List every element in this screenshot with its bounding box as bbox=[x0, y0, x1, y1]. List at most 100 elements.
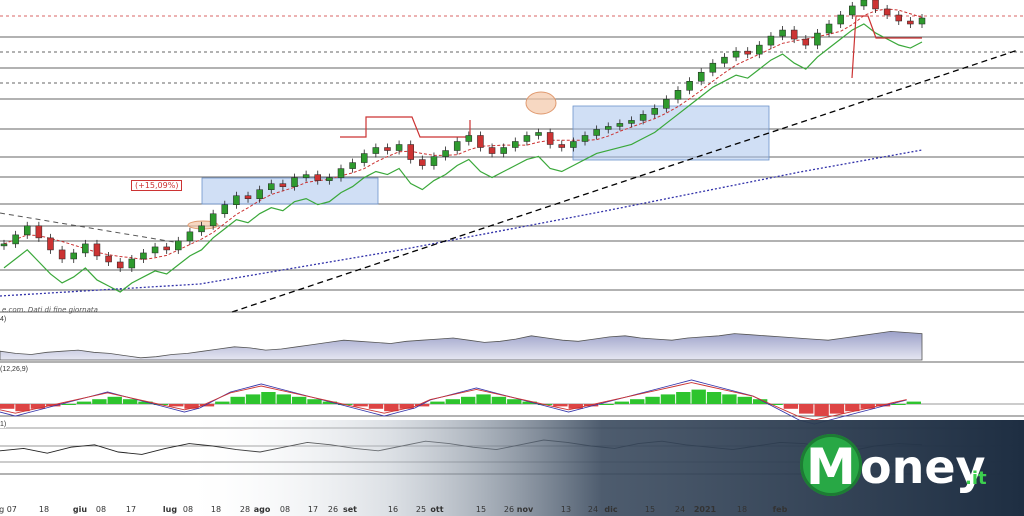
candle bbox=[430, 156, 438, 166]
x-tick-label: 26 bbox=[504, 505, 514, 514]
macd-bar bbox=[353, 404, 368, 407]
candle bbox=[163, 246, 170, 251]
candle bbox=[697, 71, 705, 82]
candle bbox=[302, 174, 310, 178]
candle bbox=[558, 144, 566, 148]
candle bbox=[616, 123, 624, 127]
candle bbox=[709, 62, 717, 73]
candle bbox=[535, 132, 542, 136]
candle bbox=[802, 38, 810, 46]
candle bbox=[605, 126, 612, 130]
candle bbox=[465, 135, 473, 142]
candle bbox=[23, 225, 31, 236]
candle bbox=[186, 231, 194, 242]
macd-bar bbox=[76, 401, 92, 404]
range-box bbox=[201, 177, 379, 205]
candle bbox=[651, 108, 658, 115]
candle bbox=[58, 249, 66, 260]
candle bbox=[883, 8, 891, 16]
candle bbox=[105, 255, 112, 263]
candle bbox=[326, 177, 333, 181]
x-tick-label: 26 bbox=[328, 505, 338, 514]
macd-bar bbox=[722, 394, 737, 404]
macd-bar bbox=[553, 404, 568, 407]
x-tick-label: set bbox=[343, 505, 357, 514]
candle bbox=[384, 147, 391, 151]
candle bbox=[523, 135, 531, 142]
candle bbox=[732, 50, 740, 58]
macd-bar bbox=[122, 399, 138, 404]
candle bbox=[198, 225, 205, 233]
candle bbox=[279, 183, 287, 187]
candle bbox=[756, 44, 763, 55]
x-tick-label: giu bbox=[73, 505, 87, 514]
macd-bar bbox=[676, 392, 691, 404]
candle bbox=[570, 141, 577, 148]
candle bbox=[116, 261, 124, 269]
x-tick-label: 08 bbox=[96, 505, 106, 514]
macd-bar bbox=[614, 401, 630, 404]
x-tick-label: ago bbox=[254, 505, 271, 514]
x-tick-label: 28 bbox=[240, 505, 250, 514]
macd-bar bbox=[368, 404, 384, 409]
macd-bar bbox=[461, 396, 476, 404]
macd-bar bbox=[261, 392, 276, 404]
candle bbox=[453, 141, 461, 151]
x-tick-label: 15 bbox=[645, 505, 655, 514]
x-tick-label: 18 bbox=[737, 505, 747, 514]
x-tick-label: nov bbox=[517, 505, 534, 514]
macd-bar bbox=[276, 394, 291, 404]
macd-bar bbox=[92, 399, 107, 404]
candle bbox=[918, 17, 926, 25]
candle bbox=[349, 162, 356, 169]
highlight-ellipse bbox=[525, 91, 557, 115]
x-tick-label: 18 bbox=[211, 505, 221, 514]
candle bbox=[360, 153, 368, 163]
macd-bar bbox=[660, 394, 676, 404]
x-tick-label: lug bbox=[163, 505, 177, 514]
stop-line-red bbox=[340, 116, 471, 138]
macd-bar bbox=[737, 396, 752, 404]
x-tick-label: 24 bbox=[675, 505, 685, 514]
panel-label-3: 1) bbox=[0, 421, 7, 428]
candle bbox=[860, 0, 868, 7]
candle bbox=[151, 246, 159, 254]
candle bbox=[407, 144, 414, 160]
area-indicator bbox=[0, 330, 923, 361]
panel-label-2: (12,26,9) bbox=[0, 366, 29, 373]
candle bbox=[244, 195, 252, 199]
macd-bar bbox=[599, 404, 614, 405]
candle bbox=[790, 29, 798, 40]
candle bbox=[581, 135, 589, 142]
candle bbox=[175, 240, 182, 251]
macd-bar bbox=[691, 389, 706, 404]
candle bbox=[744, 50, 751, 55]
macd-bar bbox=[307, 399, 322, 404]
macd-bar bbox=[0, 404, 15, 409]
candle bbox=[70, 252, 77, 260]
chart-root: g 07 18 giu 08 17 lug 08 18 28 ago 08 17 26 set 16 25 ot… bbox=[0, 0, 1024, 516]
candle bbox=[0, 243, 8, 247]
candle bbox=[442, 150, 449, 157]
macd-bar bbox=[829, 404, 845, 414]
moving-average-line bbox=[3, 8, 923, 261]
candle bbox=[337, 168, 345, 178]
macd-bar bbox=[445, 399, 460, 404]
macd-bar bbox=[476, 394, 491, 404]
gain-annotation: (+15,09%) bbox=[131, 180, 183, 191]
macd-bar bbox=[107, 396, 122, 404]
logo: M oney .it bbox=[800, 430, 1000, 500]
candle bbox=[82, 243, 89, 254]
x-tick-label: 08 bbox=[280, 505, 290, 514]
macd-bar bbox=[706, 392, 722, 404]
candle bbox=[767, 35, 775, 46]
candle bbox=[93, 243, 101, 257]
x-tick-label: 2021 bbox=[694, 505, 717, 514]
candle bbox=[268, 183, 275, 190]
long-trend-line bbox=[0, 149, 923, 297]
candle bbox=[12, 234, 19, 245]
macd-bar bbox=[891, 404, 906, 405]
macd-bar bbox=[906, 401, 921, 404]
panel-label-1: 4) bbox=[0, 316, 7, 323]
candle bbox=[907, 20, 914, 25]
